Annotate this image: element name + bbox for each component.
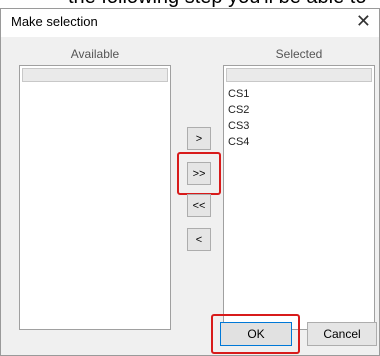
add-all-highlight: [177, 152, 221, 195]
dialog-title: Make selection: [11, 14, 98, 29]
close-icon[interactable]: ✕: [356, 11, 371, 31]
available-listbox[interactable]: [19, 65, 171, 330]
add-button[interactable]: >: [187, 127, 211, 150]
selected-listbox[interactable]: CS1 CS2 CS3 CS4: [223, 65, 375, 330]
available-caption: Available: [70, 47, 120, 61]
list-item[interactable]: CS4: [228, 136, 249, 148]
title-bar: Make selection ✕: [1, 9, 379, 37]
remove-button[interactable]: <: [187, 228, 211, 251]
remove-all-button[interactable]: <<: [187, 194, 211, 217]
list-item[interactable]: CS1: [228, 88, 249, 100]
selected-caption: Selected: [275, 47, 323, 61]
available-list-header: [22, 68, 168, 82]
cancel-button[interactable]: Cancel: [307, 322, 377, 346]
make-selection-dialog: Make selection ✕ Available Selected CS1 …: [0, 8, 380, 356]
ok-highlight: [211, 314, 300, 354]
list-item[interactable]: CS3: [228, 120, 249, 132]
selected-list-header: [226, 68, 372, 82]
list-item[interactable]: CS2: [228, 104, 249, 116]
